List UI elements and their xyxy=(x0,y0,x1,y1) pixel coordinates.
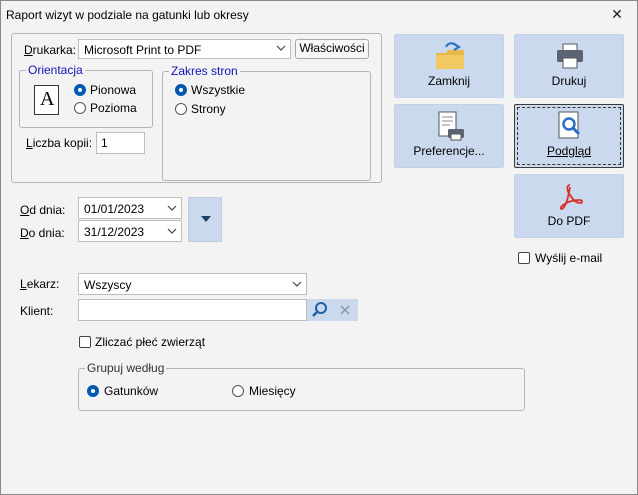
send-email-label: Wyślij e-mail xyxy=(535,251,603,265)
client-clear-button[interactable] xyxy=(333,299,358,321)
to-date-value: 31/12/2023 xyxy=(84,225,145,239)
orientation-landscape-radio[interactable] xyxy=(74,102,86,114)
copies-input-value: 1 xyxy=(101,136,108,150)
doctor-select[interactable]: Wszyscy xyxy=(78,273,307,295)
folder-back-icon xyxy=(436,42,464,69)
preferences-button-label: Preferencje... xyxy=(413,144,485,158)
print-button[interactable]: Drukuj xyxy=(514,34,624,98)
printer-icon xyxy=(557,43,583,69)
page-range-all-label: Wszystkie xyxy=(191,83,245,97)
printer-label: Drukarka: xyxy=(24,43,77,57)
orientation-landscape-label: Pozioma xyxy=(90,101,137,115)
from-date-picker[interactable]: 01/01/2023 xyxy=(78,197,182,219)
pdf-icon xyxy=(559,184,584,210)
date-range-dropdown-button[interactable] xyxy=(188,197,222,242)
group-by-species-radio[interactable] xyxy=(87,385,99,397)
close-window-button[interactable]: ✕ xyxy=(607,4,627,24)
printer-label-rest: rukarka: xyxy=(32,43,77,57)
clear-x-icon xyxy=(340,305,350,315)
client-label: Klient: xyxy=(20,304,54,318)
close-button[interactable]: Zamknij xyxy=(394,34,504,98)
printer-preferences-icon xyxy=(438,111,464,141)
search-icon xyxy=(312,302,327,317)
printer-select[interactable]: Microsoft Print to PDF xyxy=(78,39,291,59)
page-range-all-radio[interactable] xyxy=(175,84,187,96)
copies-label-rest: iczba kopii: xyxy=(32,136,93,150)
preview-button-label: Podgląd xyxy=(546,144,592,158)
from-date-label-rest: d dnia: xyxy=(29,203,66,217)
group-by-months-radio[interactable] xyxy=(232,385,244,397)
page-orientation-icon-letter: A xyxy=(40,88,55,110)
copies-input[interactable]: 1 xyxy=(96,132,145,154)
to-date-label-rest: o dnia: xyxy=(28,226,65,240)
doctor-select-value: Wszyscy xyxy=(84,278,132,292)
doctor-label-rest: ekarz: xyxy=(26,277,60,291)
from-date-value: 01/01/2023 xyxy=(84,202,145,216)
to-date-picker[interactable]: 31/12/2023 xyxy=(78,220,182,242)
group-by-legend: Grupuj według xyxy=(85,361,167,375)
close-button-label: Zamknij xyxy=(427,74,470,88)
chevron-down-icon xyxy=(167,205,177,211)
group-by-months-label: Miesięcy xyxy=(249,384,296,398)
page-orientation-icon: A xyxy=(34,85,59,115)
triangle-down-icon xyxy=(201,216,211,222)
from-date-label: Od dnia: xyxy=(20,203,66,217)
window-title: Raport wizyt w podziale na gatunki lub o… xyxy=(6,8,249,22)
pdf-button[interactable]: Do PDF xyxy=(514,174,624,238)
title-bar: Raport wizyt w podziale na gatunki lub o… xyxy=(1,1,637,29)
chevron-down-icon xyxy=(276,45,286,51)
count-animal-sex-checkbox[interactable] xyxy=(79,336,91,348)
to-date-label: Do dnia: xyxy=(20,226,65,240)
printer-select-value: Microsoft Print to PDF xyxy=(84,43,202,57)
client-input[interactable] xyxy=(78,299,307,321)
page-range-pages-radio[interactable] xyxy=(175,103,187,115)
client-search-button[interactable] xyxy=(307,299,333,321)
doctor-label: Lekarz: xyxy=(20,277,60,291)
send-email-checkbox[interactable] xyxy=(518,252,530,264)
chevron-down-icon xyxy=(292,281,302,287)
page-range-pages-label: Strony xyxy=(191,102,226,116)
orientation-portrait-label: Pionowa xyxy=(90,83,137,97)
orientation-portrait-radio[interactable] xyxy=(74,84,86,96)
group-by-species-label: Gatunków xyxy=(104,384,159,398)
preview-button[interactable]: Podgląd xyxy=(514,104,624,168)
properties-button-label: Właściwości xyxy=(299,41,365,55)
preferences-button[interactable]: Preferencje... xyxy=(394,104,504,168)
count-animal-sex-label: Zliczać płeć zwierząt xyxy=(95,335,206,349)
properties-button[interactable]: Właściwości xyxy=(295,39,369,59)
dialog-window: Raport wizyt w podziale na gatunki lub o… xyxy=(0,0,638,495)
page-range-legend: Zakres stron xyxy=(169,64,240,78)
pdf-button-label: Do PDF xyxy=(547,214,591,228)
copies-label: Liczba kopii: xyxy=(26,136,93,150)
preview-magnifier-icon xyxy=(558,111,581,139)
chevron-down-icon xyxy=(167,228,177,234)
orientation-legend: Orientacja xyxy=(26,63,85,77)
print-button-label: Drukuj xyxy=(551,74,587,88)
